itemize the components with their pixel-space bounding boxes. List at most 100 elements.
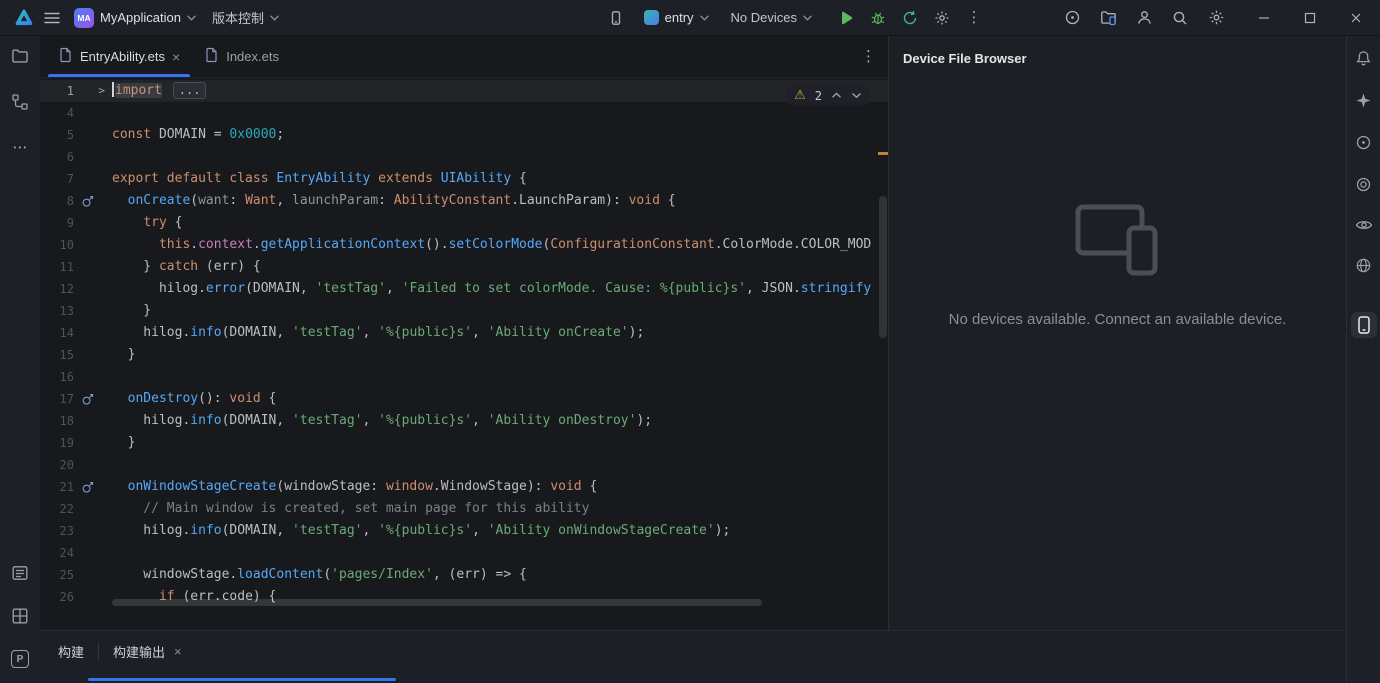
- code-line[interactable]: 21 onWindowStageCreate(windowStage: wind…: [40, 476, 888, 498]
- device-icon[interactable]: [602, 4, 630, 32]
- run-settings-icon[interactable]: [928, 4, 956, 32]
- code-line[interactable]: 7 export default class EntryAbility exten…: [40, 168, 888, 190]
- run-icon[interactable]: [832, 4, 860, 32]
- line-number[interactable]: 25: [40, 564, 74, 586]
- line-number[interactable]: 20: [40, 454, 74, 476]
- code-line[interactable]: 1 > import ...: [40, 80, 888, 102]
- main-menu-icon[interactable]: [38, 4, 66, 32]
- globe-icon[interactable]: [1355, 257, 1372, 277]
- close-window-icon[interactable]: [1342, 4, 1370, 32]
- code-line[interactable]: 13 }: [40, 300, 888, 322]
- line-number[interactable]: 11: [40, 256, 74, 278]
- settings-icon[interactable]: [1202, 4, 1230, 32]
- more-run-actions-icon[interactable]: ⋮: [960, 4, 988, 32]
- line-number[interactable]: 16: [40, 366, 74, 388]
- close-tab-icon[interactable]: ×: [174, 644, 182, 659]
- folded-region[interactable]: ...: [172, 82, 207, 99]
- tab-entryability[interactable]: EntryAbility.ets ×: [46, 36, 192, 77]
- line-number[interactable]: 24: [40, 542, 74, 564]
- project-selector[interactable]: MA MyApplication: [66, 4, 204, 32]
- line-number[interactable]: 19: [40, 432, 74, 454]
- code-line[interactable]: 8 onCreate(want: Want, launchParam: Abil…: [40, 190, 888, 212]
- fold-arrow-icon[interactable]: >: [74, 80, 110, 102]
- debug-icon[interactable]: [864, 4, 892, 32]
- line-number[interactable]: 18: [40, 410, 74, 432]
- override-marker-icon[interactable]: [74, 190, 110, 212]
- line-number[interactable]: 17: [40, 388, 74, 410]
- code-line[interactable]: 22 // Main window is created, set main p…: [40, 498, 888, 520]
- rings-icon[interactable]: [1355, 176, 1372, 196]
- minimize-icon[interactable]: [1250, 4, 1278, 32]
- account-icon[interactable]: [1130, 4, 1158, 32]
- line-number[interactable]: 7: [40, 168, 74, 190]
- line-number[interactable]: 14: [40, 322, 74, 344]
- profile-icon[interactable]: [896, 4, 924, 32]
- line-number[interactable]: 6: [40, 146, 74, 168]
- code-line[interactable]: 15 }: [40, 344, 888, 366]
- code-line[interactable]: 18 hilog.info(DOMAIN, 'testTag', '%{publ…: [40, 410, 888, 432]
- device-folder-icon[interactable]: [1094, 4, 1122, 32]
- line-number[interactable]: 22: [40, 498, 74, 520]
- next-problem-icon[interactable]: [851, 88, 862, 103]
- code-line[interactable]: 4: [40, 102, 888, 124]
- warning-count: 2: [814, 88, 822, 103]
- code-line[interactable]: 9 try {: [40, 212, 888, 234]
- project-icon[interactable]: [11, 48, 29, 67]
- line-number[interactable]: 26: [40, 586, 74, 608]
- ai-assistant-icon[interactable]: [1355, 92, 1372, 112]
- close-tab-icon[interactable]: ×: [172, 50, 180, 64]
- structure-icon[interactable]: [11, 93, 29, 114]
- maximize-icon[interactable]: [1296, 4, 1324, 32]
- code-line[interactable]: 5 const DOMAIN = 0x0000;: [40, 124, 888, 146]
- line-number[interactable]: 5: [40, 124, 74, 146]
- line-number[interactable]: 4: [40, 102, 74, 124]
- run-configuration-selector[interactable]: entry: [636, 4, 717, 32]
- line-number[interactable]: 9: [40, 212, 74, 234]
- line-number[interactable]: 23: [40, 520, 74, 542]
- line-number[interactable]: 15: [40, 344, 74, 366]
- code-line[interactable]: 14 hilog.info(DOMAIN, 'testTag', '%{publ…: [40, 322, 888, 344]
- problems-icon[interactable]: P: [11, 650, 29, 668]
- code-line[interactable]: 25 windowStage.loadContent('pages/Index'…: [40, 564, 888, 586]
- line-number[interactable]: 12: [40, 278, 74, 300]
- build-tool-icon[interactable]: [11, 564, 29, 585]
- vertical-scrollbar[interactable]: [879, 196, 887, 338]
- code-line[interactable]: 17 onDestroy(): void {: [40, 388, 888, 410]
- code-line[interactable]: 10 this.context.getApplicationContext().…: [40, 234, 888, 256]
- line-number[interactable]: 10: [40, 234, 74, 256]
- device-selector[interactable]: No Devices: [723, 4, 820, 32]
- override-marker-icon[interactable]: [74, 388, 110, 410]
- prev-problem-icon[interactable]: [831, 88, 842, 103]
- line-number[interactable]: 21: [40, 476, 74, 498]
- code-line[interactable]: 23 hilog.info(DOMAIN, 'testTag', '%{publ…: [40, 520, 888, 542]
- horizontal-scrollbar[interactable]: [112, 599, 762, 606]
- line-number[interactable]: 1: [40, 80, 74, 102]
- line-number[interactable]: 13: [40, 300, 74, 322]
- override-marker-icon[interactable]: [74, 476, 110, 498]
- code-text: export default class EntryAbility extend…: [112, 171, 527, 186]
- code-editor[interactable]: 1 > import ... 4 5 const DOMAIN = 0x0000; 6 7 ex…: [40, 78, 888, 630]
- build-tool-window-button[interactable]: 构建: [58, 642, 84, 661]
- code-line[interactable]: 12 hilog.error(DOMAIN, 'testTag', 'Faile…: [40, 278, 888, 300]
- more-tools-icon[interactable]: ⋯: [13, 140, 28, 155]
- search-icon[interactable]: [1166, 4, 1194, 32]
- device-file-browser-icon[interactable]: [1350, 312, 1377, 338]
- notifications-icon[interactable]: [1355, 50, 1372, 70]
- code-line[interactable]: 6: [40, 146, 888, 168]
- code-line[interactable]: 20: [40, 454, 888, 476]
- record-icon[interactable]: [1058, 4, 1086, 32]
- code-line[interactable]: 11 } catch (err) {: [40, 256, 888, 278]
- previewer-icon[interactable]: [1355, 218, 1373, 235]
- build-output-tab[interactable]: 构建输出 ×: [113, 642, 182, 661]
- line-number[interactable]: 8: [40, 190, 74, 212]
- code-line[interactable]: 16: [40, 366, 888, 388]
- grid-icon[interactable]: [11, 607, 29, 628]
- target-icon[interactable]: [1355, 134, 1372, 154]
- vcs-widget[interactable]: 版本控制: [204, 4, 287, 32]
- tab-index[interactable]: Index.ets: [192, 36, 291, 77]
- tab-options-icon[interactable]: ⋮: [861, 49, 876, 64]
- gutter-spacer: [74, 322, 110, 344]
- code-line[interactable]: 19 }: [40, 432, 888, 454]
- inspection-widget[interactable]: ⚠ 2: [786, 85, 870, 106]
- code-line[interactable]: 24: [40, 542, 888, 564]
